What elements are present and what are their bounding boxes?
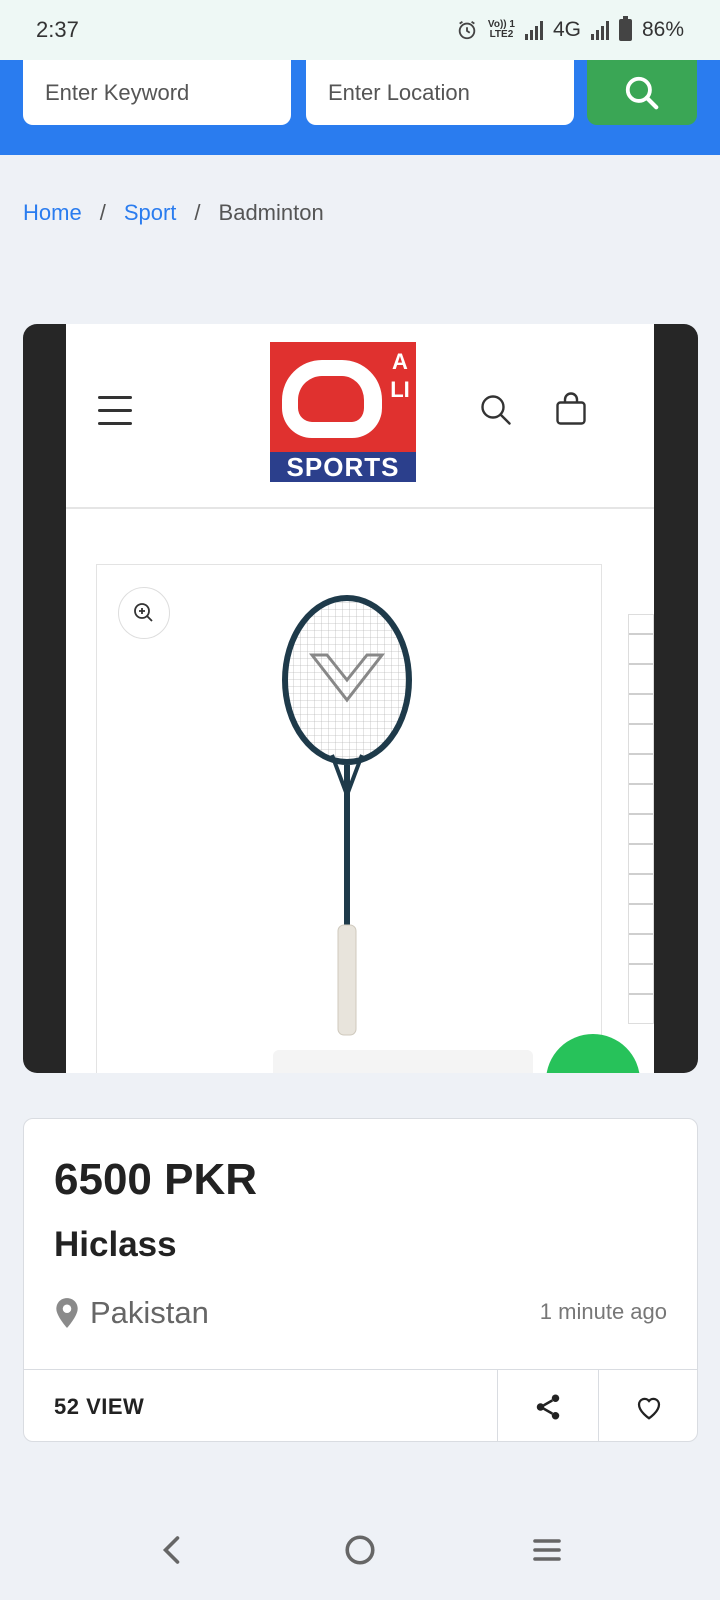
listing-info-card: 6500 PKR Hiclass Pakistan 1 minute ago 5… [23, 1118, 698, 1442]
listing-price: 6500 PKR [54, 1155, 258, 1204]
back-icon[interactable] [155, 1532, 191, 1568]
view-count: 52 VIEW [54, 1393, 145, 1419]
search-icon [481, 395, 511, 425]
zoom-button [118, 587, 170, 639]
breadcrumb-separator: / [194, 200, 201, 225]
breadcrumb-current: Badminton [218, 200, 324, 225]
cart-icon [556, 392, 586, 425]
search-icon [625, 76, 659, 109]
product-gallery [96, 564, 602, 1073]
battery-percent: 86% [641, 18, 684, 41]
product-screenshot-image: ALI SPORTS [66, 324, 654, 1073]
status-icons: Vo)) 1 LTE2 4G 86% [456, 16, 684, 42]
share-button[interactable] [497, 1370, 598, 1441]
listing-actions: 52 VIEW [24, 1369, 697, 1441]
signal-icon [524, 20, 543, 40]
status-time: 2:37 [36, 17, 79, 42]
signal-icon-2 [590, 20, 609, 40]
breadcrumb-sport[interactable]: Sport [124, 200, 177, 226]
image-store-header: ALI SPORTS [66, 324, 654, 509]
product-image-card[interactable]: ALI SPORTS [23, 324, 698, 1073]
volte-indicator: Vo)) 1 LTE2 [487, 19, 515, 40]
location-pin-icon [56, 1298, 78, 1328]
badminton-racket-image [282, 595, 412, 1036]
location-text: Pakistan [90, 1295, 209, 1330]
share-icon [536, 1394, 560, 1419]
status-bar: 2:37 Vo)) 1 LTE2 4G 86% [0, 0, 720, 60]
heart-icon [637, 1397, 661, 1420]
menu-icon[interactable] [529, 1532, 565, 1568]
keyword-input[interactable]: Enter Keyword [23, 60, 291, 125]
zoom-in-icon [134, 603, 153, 622]
ali-sports-logo: ALI SPORTS [270, 342, 416, 482]
search-header: Enter Keyword Enter Location [0, 60, 720, 155]
breadcrumb-home[interactable]: Home [23, 200, 82, 226]
location-input[interactable]: Enter Location [306, 60, 574, 125]
network-type: 4G [552, 18, 581, 41]
breadcrumb-separator: / [99, 200, 106, 225]
posted-time: 1 minute ago [539, 1299, 667, 1324]
battery-icon [618, 16, 632, 41]
search-button[interactable] [587, 60, 697, 125]
listing-title: Hiclass [54, 1225, 177, 1264]
favorite-button[interactable] [598, 1370, 697, 1441]
next-image-thumbnail [628, 614, 654, 1024]
menu-icon [98, 396, 132, 435]
breadcrumb: Home / Sport / Badminton [23, 200, 324, 226]
home-icon[interactable] [342, 1532, 378, 1568]
system-nav-bar [0, 1500, 720, 1600]
alarm-icon [458, 20, 476, 40]
chat-bubble [273, 1050, 533, 1073]
listing-location: Pakistan [54, 1295, 209, 1331]
